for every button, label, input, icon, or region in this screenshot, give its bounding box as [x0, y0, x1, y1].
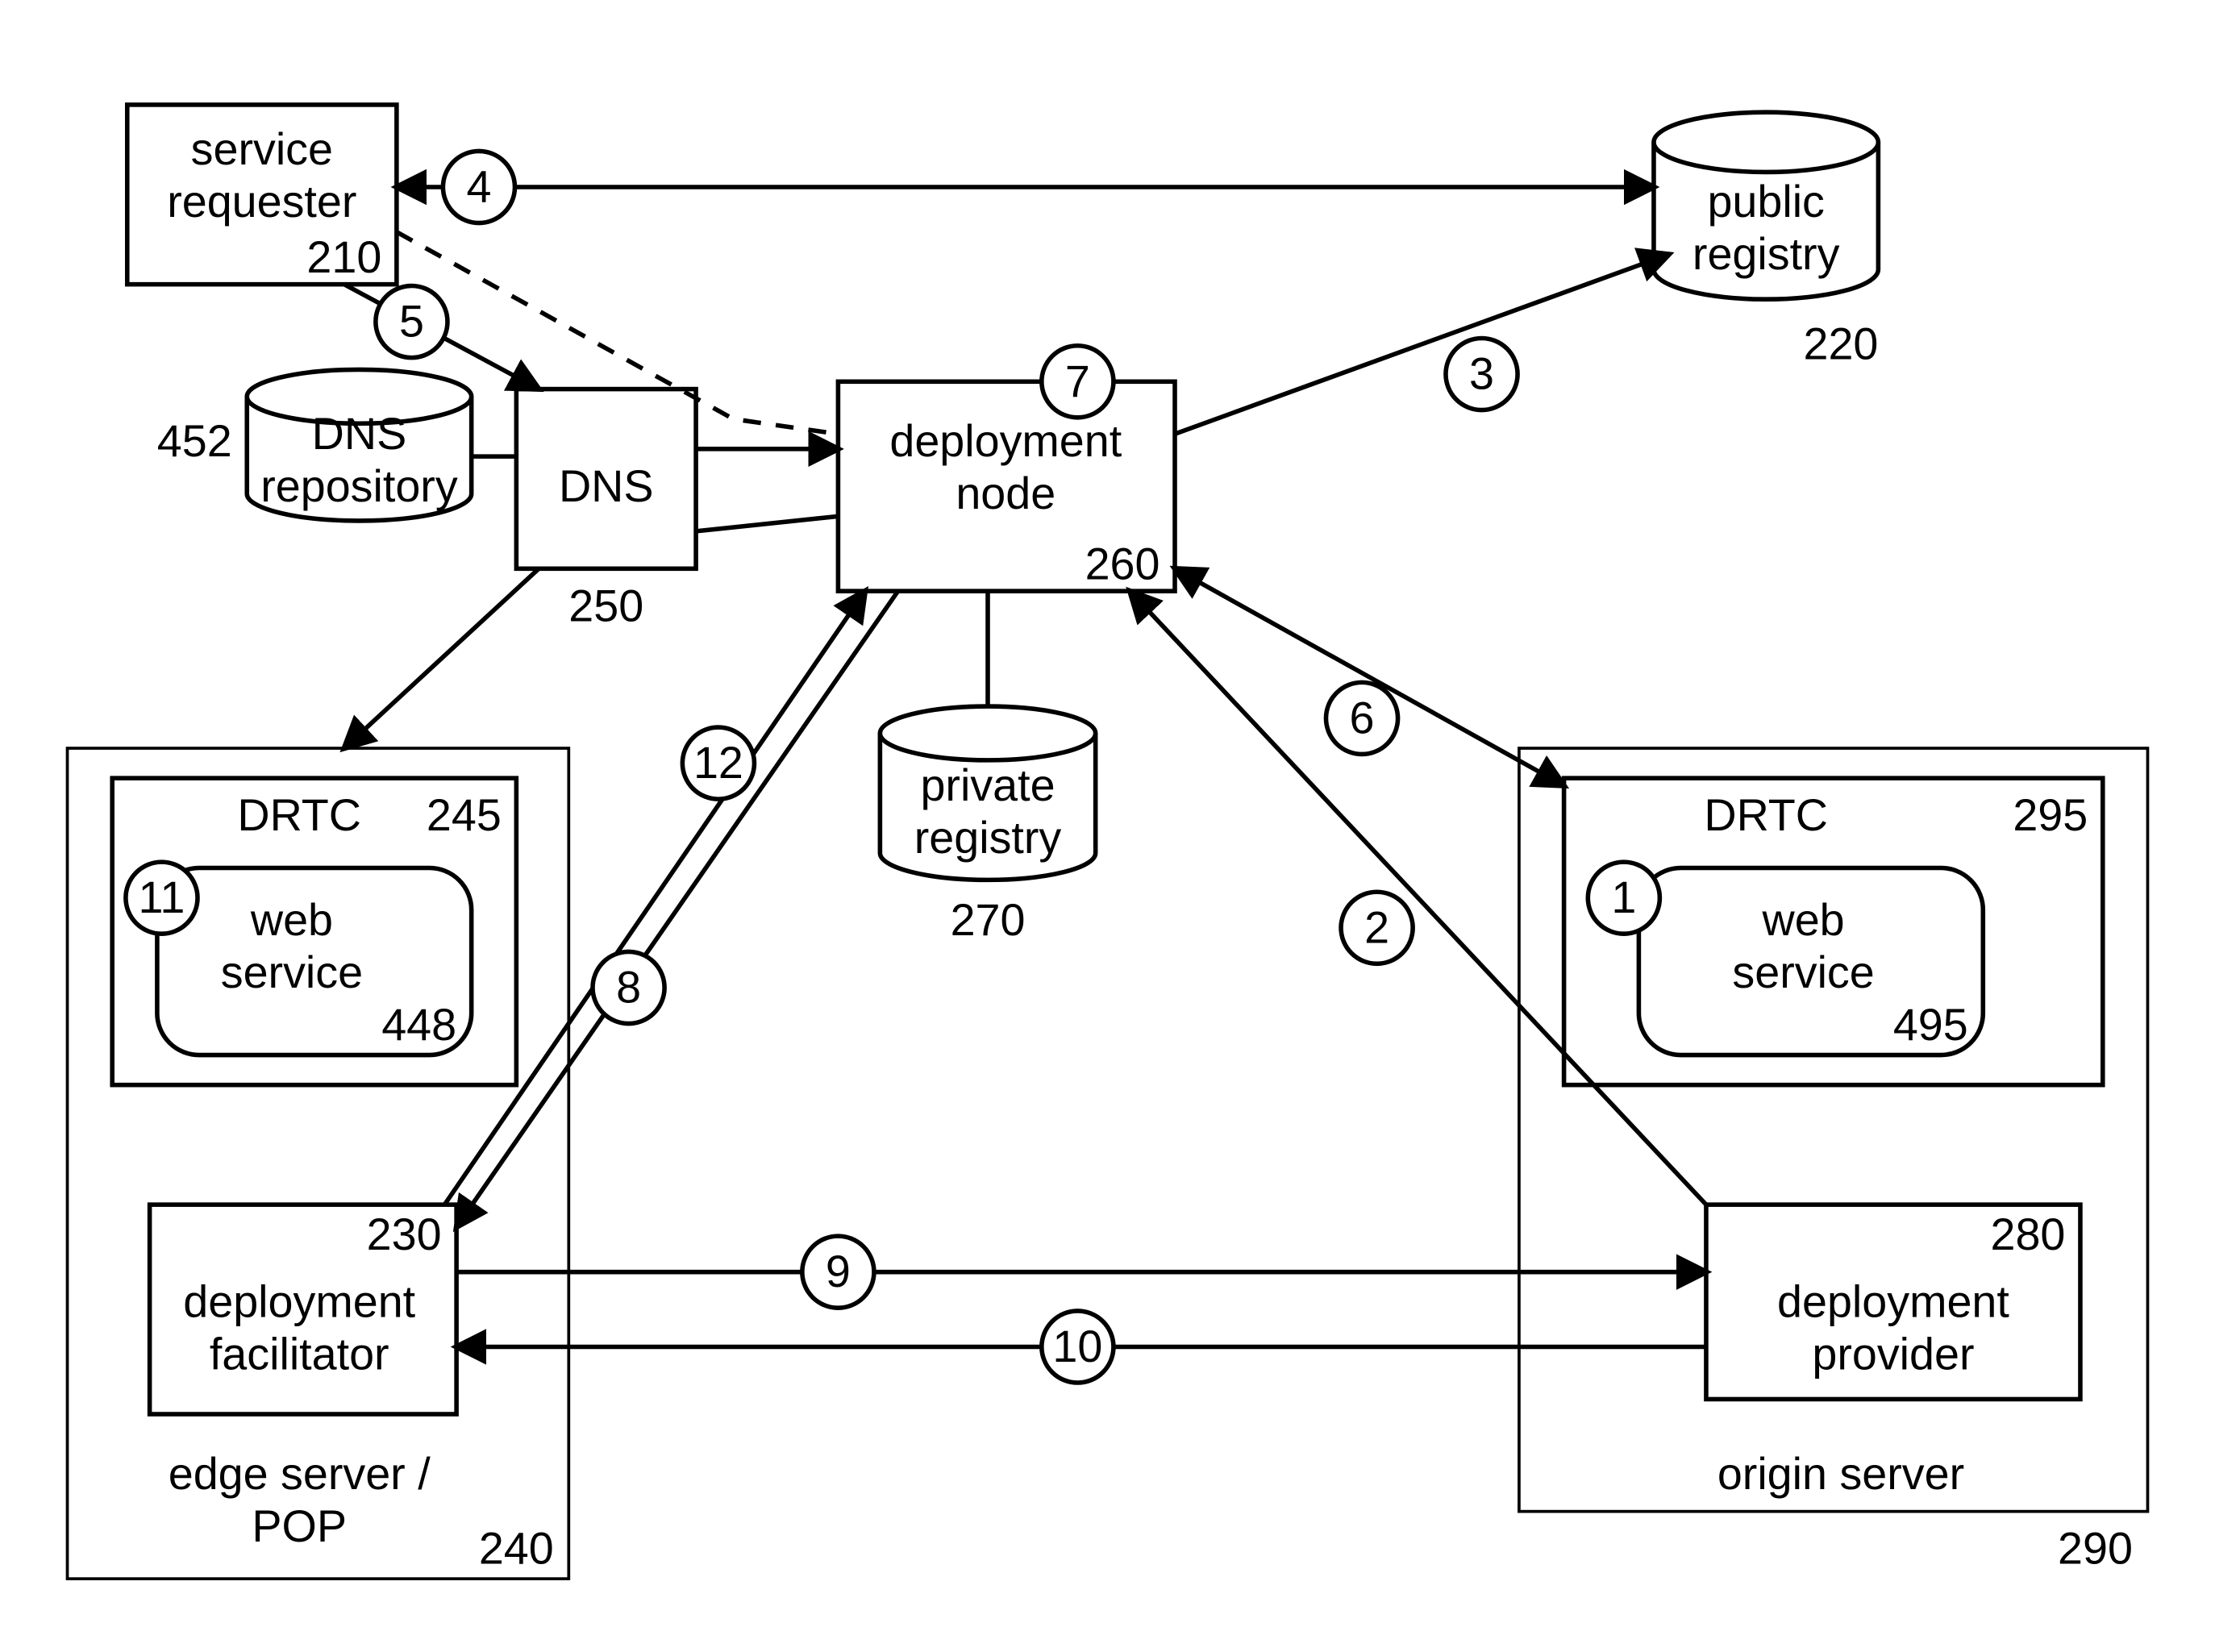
label: node	[956, 468, 1055, 518]
ref-num: 230	[367, 1209, 442, 1259]
ref-num: 495	[1893, 1000, 1968, 1050]
step-10: 10	[1042, 1311, 1114, 1383]
label: public	[1707, 177, 1824, 227]
step-7: 7	[1042, 346, 1114, 418]
edge-depnode-dns	[696, 516, 838, 531]
ref-num: 290	[2058, 1524, 2133, 1574]
node-deployment-node: deployment node 260	[838, 381, 1175, 591]
label: web	[1762, 895, 1845, 945]
edge-dns-edge	[344, 568, 539, 748]
label: deployment	[889, 416, 1122, 466]
label: service	[1732, 947, 1874, 997]
svg-text:5: 5	[399, 297, 424, 347]
svg-text:11: 11	[139, 872, 185, 922]
label: DNS	[312, 409, 407, 459]
svg-text:7: 7	[1065, 356, 1090, 406]
label: provider	[1812, 1329, 1974, 1379]
label: facilitator	[210, 1329, 389, 1379]
label: DRTC	[1704, 790, 1828, 840]
node-public-registry: public registry 220	[1654, 112, 1878, 368]
label: origin server	[1717, 1449, 1964, 1499]
ref-num: 452	[157, 416, 232, 466]
svg-text:3: 3	[1469, 349, 1494, 399]
step-2: 2	[1341, 892, 1413, 963]
ref-num: 295	[2013, 790, 2088, 840]
svg-text:4: 4	[466, 162, 491, 212]
node-dns: DNS 250	[516, 389, 696, 631]
ref-num: 210	[306, 232, 381, 282]
step-5: 5	[376, 286, 448, 358]
architecture-diagram: service requester 210 public registry 22…	[0, 0, 2215, 1646]
ref-num: 448	[381, 1000, 456, 1050]
label: DNS	[559, 461, 654, 511]
label: edge server /	[169, 1449, 431, 1499]
label: DRTC	[237, 790, 361, 840]
svg-text:10: 10	[1052, 1321, 1102, 1371]
label: web	[250, 895, 333, 945]
node-private-registry: private registry 270	[880, 706, 1095, 945]
label: deployment	[1777, 1276, 2009, 1326]
step-4: 4	[443, 151, 514, 223]
label: registry	[914, 813, 1062, 863]
ref-num: 260	[1085, 539, 1160, 589]
ref-num: 250	[568, 580, 643, 630]
node-dns-repository: DNS repository 452	[157, 369, 472, 520]
ref-num: 270	[951, 895, 1026, 945]
step-3: 3	[1446, 338, 1518, 410]
node-service-requester: service requester 210	[127, 105, 397, 285]
edge-3	[1175, 255, 1669, 435]
step-11: 11	[126, 862, 198, 934]
svg-text:1: 1	[1611, 872, 1636, 922]
label: POP	[252, 1501, 347, 1551]
step-12: 12	[682, 727, 754, 799]
step-6: 6	[1326, 682, 1397, 754]
ref-num: 220	[1803, 318, 1878, 368]
label: requester	[167, 177, 356, 227]
svg-text:8: 8	[616, 963, 641, 1013]
label: deployment	[183, 1276, 415, 1326]
ref-num: 240	[479, 1524, 554, 1574]
svg-text:9: 9	[826, 1246, 851, 1296]
svg-text:2: 2	[1364, 902, 1389, 952]
label: service	[221, 947, 363, 997]
ref-num: 245	[427, 790, 502, 840]
ref-num: 280	[1991, 1209, 2066, 1259]
step-9: 9	[802, 1236, 874, 1308]
label: service	[191, 124, 333, 174]
node-web-service-left: web service 448	[157, 868, 472, 1055]
step-1: 1	[1588, 862, 1659, 934]
node-web-service-right: web service 495	[1638, 868, 1983, 1055]
node-deployment-facilitator: deployment facilitator 230	[150, 1205, 456, 1414]
node-deployment-provider: deployment provider 280	[1706, 1205, 2080, 1399]
svg-text:12: 12	[693, 738, 743, 788]
label: registry	[1692, 229, 1840, 279]
label: private	[920, 760, 1055, 810]
svg-text:6: 6	[1350, 693, 1375, 743]
label: repository	[260, 461, 458, 511]
step-8: 8	[593, 951, 664, 1023]
